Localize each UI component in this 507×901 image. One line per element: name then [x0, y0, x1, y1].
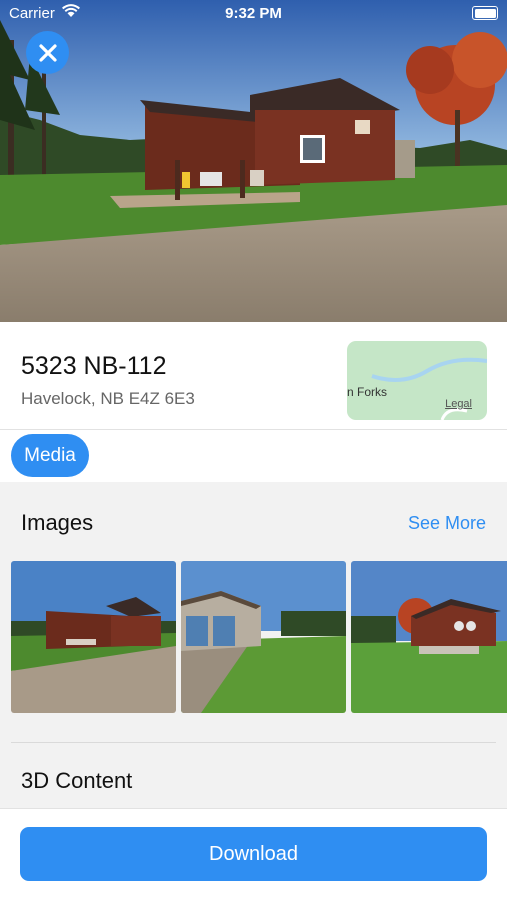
download-button[interactable]: Download: [20, 827, 487, 881]
battery-icon: [472, 6, 498, 20]
map-legal-link[interactable]: Legal: [445, 398, 472, 410]
image-thumbnail[interactable]: [351, 561, 507, 713]
close-icon: [38, 43, 57, 62]
section-divider: [11, 742, 496, 743]
status-bar: Carrier 9:32 PM: [0, 0, 507, 28]
close-button[interactable]: [26, 31, 69, 74]
map-thumbnail[interactable]: n Forks Legal: [347, 341, 487, 420]
tab-media[interactable]: Media: [11, 434, 89, 477]
property-locality: Havelock, NB E4Z 6E3: [21, 389, 195, 408]
3d-content-section-title: 3D Content: [21, 768, 133, 793]
media-tab-row: Media: [0, 429, 507, 482]
clock: 9:32 PM: [225, 5, 282, 22]
image-thumbnail[interactable]: [181, 561, 346, 713]
image-thumbnail[interactable]: [11, 561, 176, 713]
images-section-title: Images: [21, 510, 94, 535]
map-place-label: n Forks: [347, 385, 388, 399]
hero-photo: [0, 0, 507, 322]
see-more-link[interactable]: See More: [408, 513, 486, 534]
property-address: 5323 NB-112: [21, 352, 167, 380]
